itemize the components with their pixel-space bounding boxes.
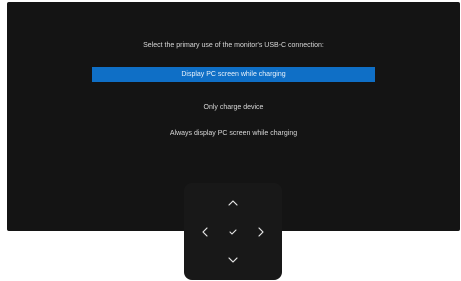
nav-ok-button[interactable] [224, 223, 242, 241]
nav-down-button[interactable] [224, 251, 242, 269]
chevron-right-icon [258, 227, 264, 237]
option-display-pc-screen-while-charging[interactable]: Display PC screen while charging [92, 67, 375, 82]
chevron-left-icon [202, 227, 208, 237]
checkmark-icon [229, 229, 237, 235]
navigation-pad [184, 183, 282, 280]
chevron-up-icon [228, 200, 238, 206]
chevron-down-icon [228, 257, 238, 263]
option-always-display-pc-screen-while-charging[interactable]: Always display PC screen while charging [92, 126, 375, 141]
nav-right-button[interactable] [252, 223, 270, 241]
screen: Select the primary use of the monitor's … [0, 0, 461, 281]
usb-c-prompt: Select the primary use of the monitor's … [143, 42, 324, 49]
option-only-charge-device[interactable]: Only charge device [92, 100, 375, 115]
nav-up-button[interactable] [224, 194, 242, 212]
nav-left-button[interactable] [196, 223, 214, 241]
